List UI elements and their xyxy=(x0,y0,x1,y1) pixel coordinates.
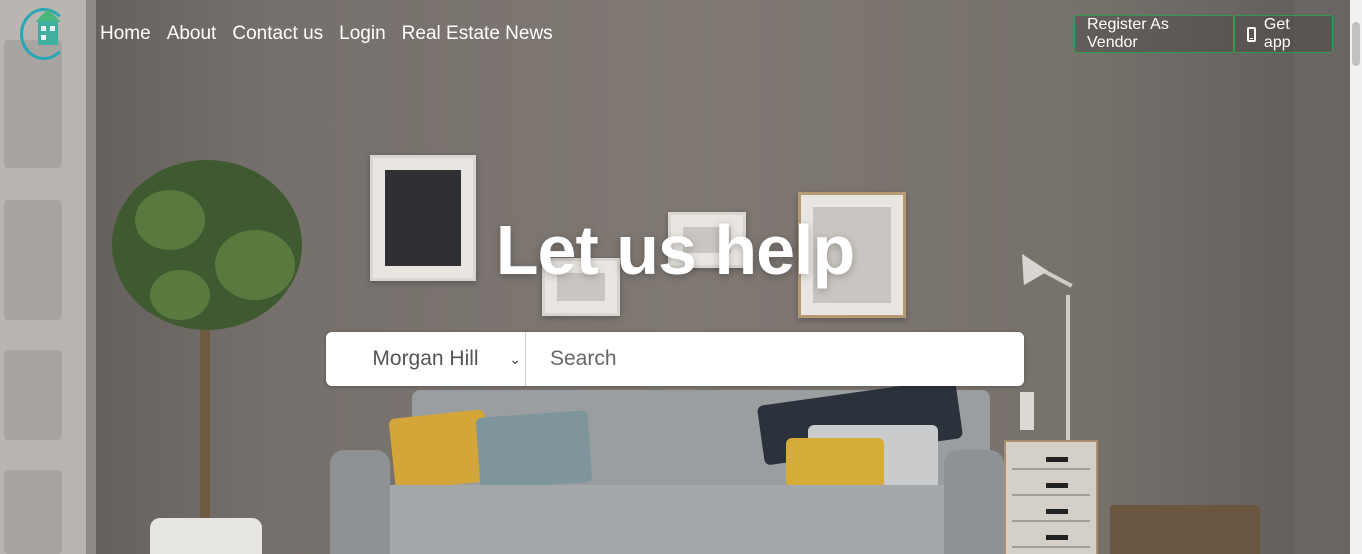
basket-decor xyxy=(1110,505,1260,554)
hero-title: Let us help xyxy=(495,211,855,289)
pillow-striped xyxy=(475,410,593,490)
get-app-button[interactable]: Get app xyxy=(1234,15,1333,53)
chevron-down-icon: ⌄ xyxy=(509,351,521,367)
nav-link-contact[interactable]: Contact us xyxy=(232,22,323,46)
register-vendor-label: Register As Vendor xyxy=(1087,16,1169,51)
mobile-phone-icon xyxy=(1247,26,1256,42)
house-logo-icon[interactable] xyxy=(20,8,68,60)
plant-trunk xyxy=(200,300,210,525)
scrollbar-thumb[interactable] xyxy=(1352,22,1360,66)
nav-link-about[interactable]: About xyxy=(167,22,217,46)
plant-pot xyxy=(150,518,262,554)
city-select-value: Morgan Hill xyxy=(372,347,479,370)
search-input[interactable] xyxy=(526,332,1024,386)
city-select[interactable]: Morgan Hill ⌄ xyxy=(326,332,526,386)
nav-link-login[interactable]: Login xyxy=(339,22,386,46)
main-nav: Home About Contact us Login Real Estate … xyxy=(100,22,553,46)
get-app-label: Get app xyxy=(1263,16,1291,51)
floor-lamp xyxy=(1066,295,1070,440)
drawer-cabinet xyxy=(1004,440,1098,554)
sofa-arm-right xyxy=(944,450,1004,554)
nav-link-home[interactable]: Home xyxy=(100,22,151,46)
register-vendor-button[interactable]: Register As Vendor xyxy=(1074,15,1234,53)
pillow-yellow xyxy=(786,438,884,488)
nav-link-real-estate-news[interactable]: Real Estate News xyxy=(402,22,553,46)
sofa-seat xyxy=(380,485,980,554)
page-scrollbar[interactable] xyxy=(1350,0,1362,554)
search-bar: Morgan Hill ⌄ xyxy=(326,332,1024,386)
sofa-arm-left xyxy=(330,450,390,554)
vase-decor xyxy=(1020,392,1034,430)
